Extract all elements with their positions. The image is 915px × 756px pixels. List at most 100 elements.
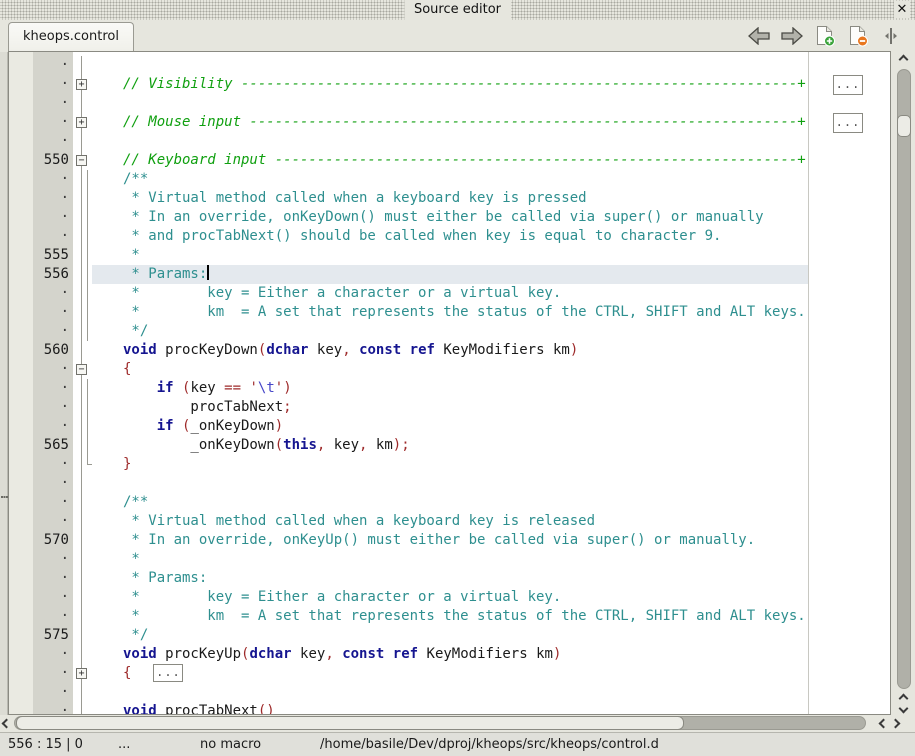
code-row[interactable]: · * key = Either a character or a virtua… [9, 588, 890, 607]
fold-gutter[interactable]: − [73, 151, 92, 170]
code-line[interactable]: // Mouse input -------------------------… [92, 113, 890, 132]
code-row[interactable]: 570 * In an override, onKeyUp() must eit… [9, 531, 890, 550]
collapsed-fold-box[interactable]: ... [833, 113, 863, 133]
code-row[interactable]: ·/** [9, 170, 890, 189]
scroll-up-icon[interactable] [899, 55, 909, 65]
code-row[interactable]: 550−// Keyboard input ------------------… [9, 151, 890, 170]
new-document-icon[interactable] [813, 25, 837, 47]
code-line[interactable]: * Virtual method called when a keyboard … [92, 189, 890, 208]
code-row[interactable]: · */ [9, 322, 890, 341]
code-line[interactable] [92, 94, 890, 113]
code-row[interactable]: ·/** [9, 493, 890, 512]
code-line[interactable]: } [92, 455, 890, 474]
code-row[interactable]: 560void procKeyDown(dchar key, const ref… [9, 341, 890, 360]
code-row[interactable]: ·} [9, 455, 890, 474]
code-row[interactable]: · * and procTabNext() should be called w… [9, 227, 890, 246]
code-row[interactable]: · if (_onKeyDown) [9, 417, 890, 436]
code-line[interactable]: * [92, 550, 890, 569]
code-line[interactable]: // Keyboard input ----------------------… [92, 151, 890, 170]
code-line[interactable]: * Params: [92, 265, 890, 284]
code-row[interactable]: · * Virtual method called when a keyboar… [9, 189, 890, 208]
code-line[interactable]: void procKeyDown(dchar key, const ref Ke… [92, 341, 890, 360]
code-row[interactable]: · * km = A set that represents the statu… [9, 607, 890, 626]
splitter-handle-icon[interactable] [879, 25, 903, 47]
fold-gutter[interactable]: + [73, 75, 92, 94]
code-line[interactable]: * In an override, onKeyUp() must either … [92, 531, 890, 550]
code-row[interactable]: ·+// Mouse input -----------------------… [9, 113, 890, 132]
code-line[interactable] [92, 474, 890, 493]
fold-expand-icon[interactable]: + [76, 117, 87, 128]
fold-expand-icon[interactable]: + [76, 79, 87, 90]
code-row[interactable]: ·void procKeyUp(dchar key, const ref Key… [9, 645, 890, 664]
code-line[interactable]: _onKeyDown(this, key, km); [92, 436, 890, 455]
code-line[interactable] [92, 56, 890, 75]
code-row[interactable]: · [9, 56, 890, 75]
code-row[interactable]: · * [9, 550, 890, 569]
close-icon[interactable]: ✕ [894, 1, 910, 18]
code-line[interactable]: * [92, 246, 890, 265]
tab-kheops-control[interactable]: kheops.control [8, 22, 134, 51]
code-row[interactable]: ·+// Visibility ------------------------… [9, 75, 890, 94]
code-line[interactable]: /** [92, 170, 890, 189]
scroll-right-icon[interactable] [891, 719, 901, 729]
code-line[interactable]: * Virtual method called when a keyboard … [92, 512, 890, 531]
code-line[interactable]: * Params: [92, 569, 890, 588]
remove-document-icon[interactable] [846, 25, 870, 47]
left-panel-splitter[interactable] [0, 52, 8, 715]
code-row[interactable]: · [9, 474, 890, 493]
code-row[interactable]: · [9, 94, 890, 113]
code-line[interactable] [92, 683, 890, 702]
code-row[interactable]: · * Params: [9, 569, 890, 588]
code-row[interactable]: ·−{ [9, 360, 890, 379]
code-line[interactable]: * and procTabNext() should be called whe… [92, 227, 890, 246]
code-row[interactable]: · * km = A set that represents the statu… [9, 303, 890, 322]
code-line[interactable]: /** [92, 493, 890, 512]
code-line[interactable]: * In an override, onKeyDown() must eithe… [92, 208, 890, 227]
code-row[interactable]: 575 */ [9, 626, 890, 645]
vertical-scrollbar[interactable] [893, 52, 915, 715]
code-line[interactable]: {... [92, 664, 890, 683]
code-row[interactable]: ·+{... [9, 664, 890, 683]
fold-gutter[interactable]: + [73, 664, 92, 683]
horizontal-scrollbar-thumb[interactable] [16, 716, 684, 730]
forward-arrow-icon[interactable] [780, 25, 804, 47]
code-line[interactable]: { [92, 360, 890, 379]
vertical-scrollbar-track[interactable] [897, 69, 911, 689]
code-line[interactable]: void procKeyUp(dchar key, const ref KeyM… [92, 645, 890, 664]
vertical-scrollbar-thumb[interactable] [897, 115, 911, 137]
code-row[interactable]: 555 * [9, 246, 890, 265]
scroll-down-icon[interactable] [899, 704, 909, 714]
scroll-left-icon[interactable] [2, 719, 12, 729]
code-line[interactable]: * key = Either a character or a virtual … [92, 284, 890, 303]
code-row[interactable]: · [9, 683, 890, 702]
code-row[interactable]: ·void procTabNext() [9, 702, 890, 715]
scroll-up-icon[interactable] [899, 694, 909, 704]
code-line[interactable]: * key = Either a character or a virtual … [92, 588, 890, 607]
code-line[interactable]: if (key == '\t') [92, 379, 890, 398]
code-row[interactable]: 556 * Params: [9, 265, 890, 284]
horizontal-scrollbar-track[interactable] [14, 716, 866, 730]
code-row[interactable]: · procTabNext; [9, 398, 890, 417]
code-row[interactable]: · * key = Either a character or a virtua… [9, 284, 890, 303]
code-line[interactable] [92, 132, 890, 151]
code-line[interactable]: void procTabNext() [92, 702, 890, 715]
code-line[interactable]: procTabNext; [92, 398, 890, 417]
collapsed-fold-box[interactable]: ... [153, 664, 183, 682]
code-row[interactable]: · if (key == '\t') [9, 379, 890, 398]
code-line[interactable]: // Visibility --------------------------… [92, 75, 890, 94]
collapsed-fold-box[interactable]: ... [833, 75, 863, 95]
horizontal-scrollbar[interactable] [0, 715, 915, 732]
code-line[interactable]: * km = A set that represents the status … [92, 303, 890, 322]
fold-collapse-icon[interactable]: − [76, 364, 87, 375]
code-line[interactable]: */ [92, 626, 890, 645]
code-editor[interactable]: ··+// Visibility -----------------------… [8, 51, 891, 715]
code-row[interactable]: 565 _onKeyDown(this, key, km); [9, 436, 890, 455]
code-row[interactable]: · * Virtual method called when a keyboar… [9, 512, 890, 531]
code-line[interactable]: * km = A set that represents the status … [92, 607, 890, 626]
fold-gutter[interactable]: + [73, 113, 92, 132]
code-line[interactable]: if (_onKeyDown) [92, 417, 890, 436]
back-arrow-icon[interactable] [747, 25, 771, 47]
scroll-left-icon[interactable] [879, 719, 889, 729]
code-row[interactable]: · * In an override, onKeyDown() must eit… [9, 208, 890, 227]
fold-gutter[interactable]: − [73, 360, 92, 379]
